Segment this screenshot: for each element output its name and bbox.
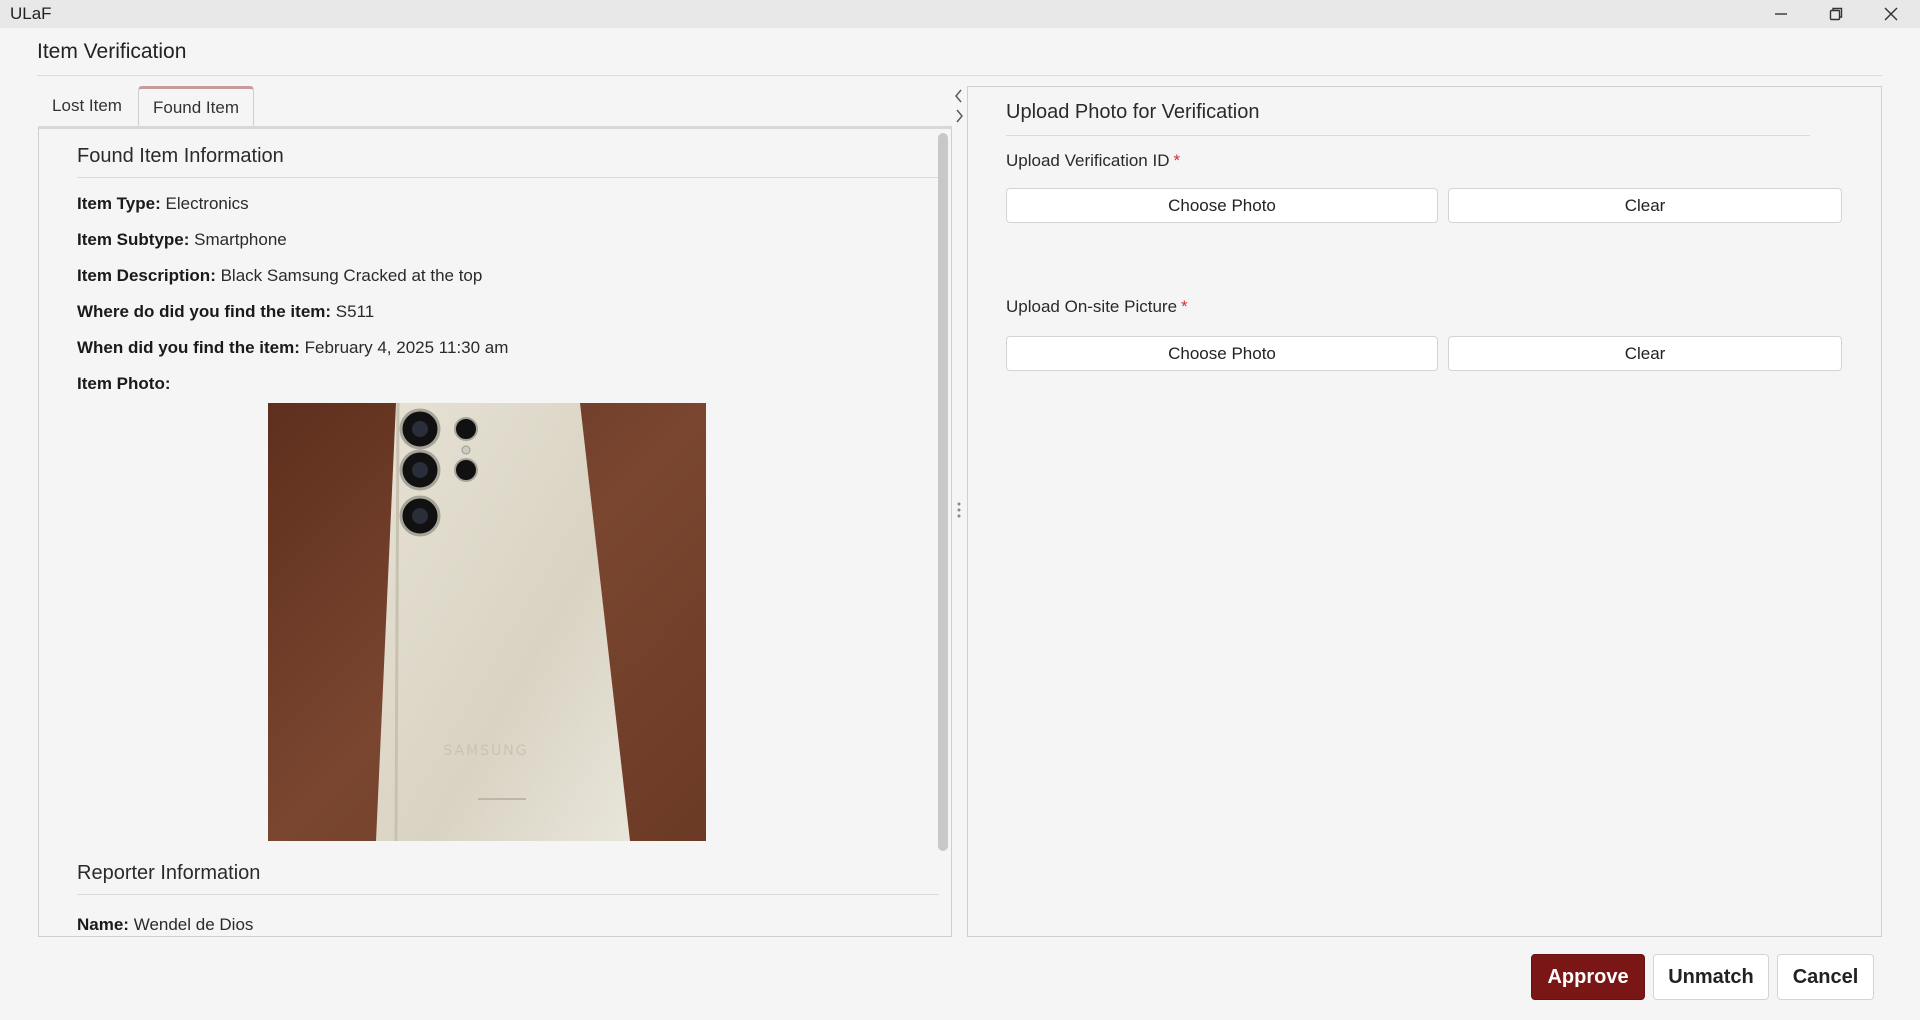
tab-lost-item[interactable]: Lost Item [38, 86, 136, 126]
field-label: When did you find the item: [77, 338, 300, 357]
approve-button[interactable]: Approve [1531, 954, 1645, 1000]
page-title: Item Verification [37, 40, 187, 63]
field-item-description: Item Description: Black Samsung Cracked … [77, 266, 482, 286]
chevron-left-icon[interactable] [955, 89, 962, 103]
clear-onsite-photo-button[interactable]: Clear [1448, 336, 1842, 371]
field-value: S511 [335, 302, 375, 321]
field-label: Item Subtype: [77, 230, 190, 249]
scrollbar-thumb[interactable] [938, 133, 948, 851]
verification-panel: Upload Photo for Verification Upload Ver… [967, 86, 1882, 937]
restore-icon [1829, 7, 1843, 21]
title-divider [37, 75, 1882, 76]
field-value: Electronics [165, 194, 249, 213]
field-label: Where do did you find the item: [77, 302, 332, 321]
field-value: Wendel de Dios [133, 915, 254, 934]
required-marker: * [1181, 297, 1188, 316]
field-found-date: When did you find the item: February 4, … [77, 338, 508, 358]
required-marker: * [1173, 151, 1181, 170]
cancel-button[interactable]: Cancel [1777, 954, 1874, 1000]
upload-id-label-text: Upload Verification ID [1006, 151, 1170, 170]
field-label: Item Photo: [77, 374, 171, 393]
unmatch-button[interactable]: Unmatch [1653, 954, 1769, 1000]
field-value: February 4, 2025 11:30 am [304, 338, 509, 357]
field-item-photo: Item Photo: [77, 374, 171, 394]
minimize-button[interactable] [1754, 0, 1808, 28]
reporter-section-title: Reporter Information [77, 862, 261, 884]
split-pane-divider[interactable] [953, 88, 965, 533]
phone-brand-text: SAMSUNG [443, 743, 528, 759]
section-divider [77, 894, 939, 895]
field-reporter-name: Name: Wendel de Dios [77, 915, 253, 935]
window-titlebar: ULaF [0, 0, 1920, 28]
clear-id-photo-button[interactable]: Clear [1448, 188, 1842, 223]
field-label: Item Description: [77, 266, 216, 285]
field-label: Name: [77, 915, 129, 934]
close-icon [1884, 7, 1898, 21]
vertical-scrollbar[interactable] [934, 129, 950, 936]
found-item-section-title: Found Item Information [77, 145, 284, 167]
minimize-icon [1775, 13, 1787, 15]
restore-button[interactable] [1809, 0, 1863, 28]
chevron-right-icon[interactable] [956, 109, 963, 123]
field-item-subtype: Item Subtype: Smartphone [77, 230, 287, 250]
section-divider [1006, 135, 1810, 136]
upload-id-label: Upload Verification ID * [1006, 151, 1180, 171]
found-item-panel: Found Item Information Item Type: Electr… [38, 126, 952, 937]
field-label: Item Type: [77, 194, 161, 213]
tab-found-item[interactable]: Found Item [138, 86, 254, 126]
field-found-location: Where do did you find the item: S511 [77, 302, 374, 322]
choose-id-photo-button[interactable]: Choose Photo [1006, 188, 1438, 223]
upload-onsite-label-text: Upload On-site Picture [1006, 297, 1178, 316]
upload-onsite-label: Upload On-site Picture * [1006, 297, 1188, 317]
item-photo: SAMSUNG [268, 403, 706, 841]
app-title: ULaF [10, 4, 52, 23]
field-value: Black Samsung Cracked at the top [220, 266, 483, 285]
verification-title: Upload Photo for Verification [1006, 101, 1260, 123]
field-item-type: Item Type: Electronics [77, 194, 249, 214]
field-value: Smartphone [194, 230, 287, 249]
drag-handle-icon[interactable] [957, 502, 961, 518]
choose-onsite-photo-button[interactable]: Choose Photo [1006, 336, 1438, 371]
close-window-button[interactable] [1864, 0, 1918, 28]
section-divider [77, 177, 939, 178]
